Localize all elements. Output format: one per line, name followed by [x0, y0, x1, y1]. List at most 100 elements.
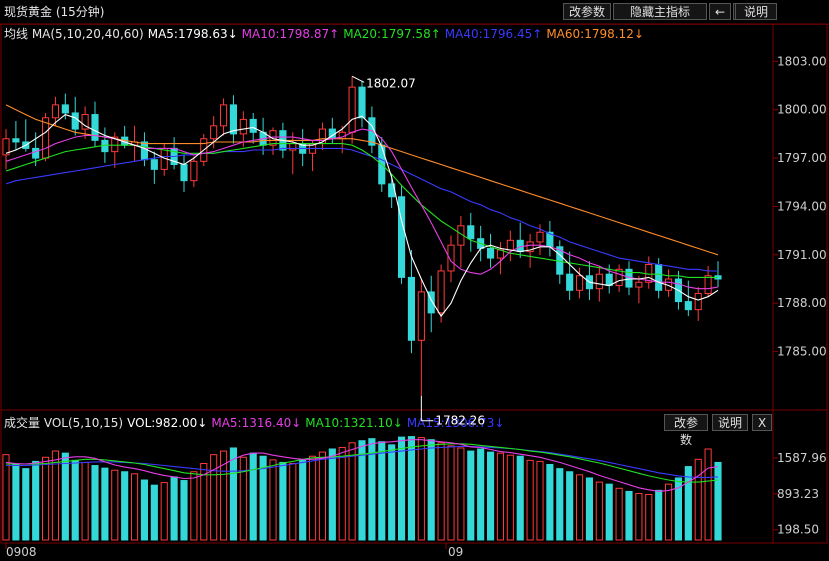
volume-bar — [595, 481, 603, 541]
candle-body — [566, 273, 574, 291]
volume-bar — [397, 436, 406, 541]
candle-body — [417, 291, 425, 341]
volume-bar — [664, 483, 673, 541]
high-annotation-label: 1802.07 — [366, 76, 416, 90]
candle-body — [437, 270, 445, 314]
volume-bar — [279, 461, 287, 541]
candle-body — [239, 118, 247, 135]
volume-bar — [71, 459, 79, 541]
candle-body — [61, 104, 69, 114]
volume-bar — [160, 482, 168, 541]
price-tick-label: 1803.00 — [777, 54, 827, 68]
volume-bar — [694, 458, 702, 541]
volume-bar — [714, 461, 722, 541]
candle-body — [51, 104, 60, 119]
volume-bar — [477, 448, 485, 541]
volume-bar — [556, 468, 564, 541]
candle-body — [358, 86, 366, 119]
volume-bar — [516, 455, 524, 541]
volume-bar — [486, 451, 495, 541]
volume-bar — [91, 465, 99, 541]
volume-bar — [239, 456, 247, 541]
price-tick-label: 1794.00 — [777, 199, 827, 213]
candle-body — [704, 275, 712, 295]
volume-bar — [645, 493, 653, 541]
candle-body — [348, 86, 356, 133]
candle-body — [180, 164, 188, 182]
volume-bar — [575, 474, 584, 541]
price-tick-label: 1800.00 — [777, 103, 827, 117]
candle-body — [229, 104, 238, 135]
volume-bar — [308, 455, 317, 541]
volume-bar — [526, 459, 534, 541]
volume-bar — [101, 467, 109, 541]
candle-body — [32, 147, 40, 159]
volume-bar — [269, 459, 277, 541]
candle-body — [605, 273, 613, 286]
x-label-09: 09 — [448, 545, 463, 559]
volume-bar — [536, 460, 544, 541]
volume-bar — [417, 437, 425, 541]
volume-tick-label: 198.50 — [777, 523, 819, 537]
volume-bar — [655, 489, 663, 541]
volume-bar — [318, 451, 327, 541]
low-annotation-label: 1782.26 — [435, 414, 485, 428]
candle-body — [536, 231, 544, 243]
candle-body — [150, 159, 158, 170]
volume-bar — [506, 454, 514, 541]
ma20-line — [5, 143, 718, 278]
candle-body — [407, 276, 416, 341]
candle-body — [655, 264, 663, 291]
volume-bar — [704, 448, 712, 541]
candle-body — [190, 160, 198, 182]
price-tick-label: 1788.00 — [777, 296, 827, 310]
ma40-line — [5, 147, 718, 272]
price-tick-label: 1785.00 — [777, 345, 827, 359]
price-tick-label: 1791.00 — [777, 248, 827, 262]
volume-bar — [289, 462, 297, 541]
x-label-0908: 0908 — [6, 545, 37, 559]
volume-bar — [457, 447, 465, 541]
volume-bar — [605, 483, 613, 541]
candle-body — [684, 301, 692, 311]
volume-bar — [170, 476, 178, 541]
volume-bar — [180, 480, 188, 541]
volume-bar — [635, 492, 643, 541]
volume-bar — [388, 444, 396, 541]
candle-body — [486, 247, 495, 259]
volume-bar — [378, 441, 386, 541]
price-volume-chart: 1803.00 1800.00 1797.00 1794.00 1791.00 1788.… — [0, 23, 828, 559]
volume-bar — [12, 464, 20, 541]
volume-bar — [249, 452, 257, 541]
volume-tick-label: 893.23 — [777, 487, 819, 501]
volume-bar — [130, 473, 139, 541]
volume-bar — [615, 487, 623, 541]
volume-bar — [190, 471, 198, 541]
candle-body — [12, 138, 20, 143]
candle-body — [575, 275, 584, 291]
volume-bar — [32, 460, 40, 541]
candle-body — [219, 104, 228, 127]
volume-bar — [427, 439, 435, 541]
volume-bar — [566, 471, 574, 541]
volume-bar — [338, 446, 346, 541]
candle-body — [595, 273, 603, 290]
volume-bar — [437, 442, 445, 541]
volume-bar — [299, 459, 307, 541]
volume-bar — [81, 461, 89, 541]
volume-bar — [546, 464, 554, 541]
volume-bar — [2, 454, 10, 541]
volume-bar — [210, 454, 218, 541]
volume-bar — [496, 452, 505, 541]
high-annotation-pointer — [351, 75, 365, 83]
volume-bar — [407, 436, 416, 541]
volume-bar — [447, 445, 455, 541]
candle-body — [467, 225, 475, 240]
candle-body — [91, 114, 99, 141]
volume-bar — [625, 490, 633, 541]
candle-body — [210, 125, 218, 140]
volume-tick-label: 1587.96 — [777, 451, 827, 465]
price-tick-label: 1797.00 — [777, 151, 827, 165]
volume-bar — [111, 469, 119, 541]
volume-bar — [150, 484, 158, 541]
